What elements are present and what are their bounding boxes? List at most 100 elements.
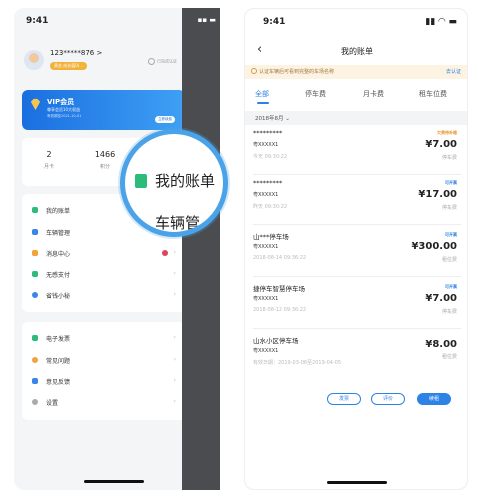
lot-name: 山水小区停车场	[253, 337, 299, 345]
review-button[interactable]: 评价	[371, 393, 405, 405]
vip-title: VIP会员	[47, 98, 75, 106]
record-type: 停车费	[441, 155, 457, 161]
bill-record[interactable]: ********* 粤XXXXX1 今天 09:30:22 欠费待补缴 ¥7.0…	[253, 129, 461, 175]
record-time: 2018-08-14 09:36:22	[253, 255, 307, 261]
home-indicator	[84, 480, 144, 483]
avatar[interactable]	[24, 50, 44, 70]
record-time: 今天 09:30:22	[253, 154, 288, 160]
plate-number: 粤XXXXX1	[253, 142, 279, 148]
stat-label: 积分	[99, 164, 110, 170]
lot-name: *********	[253, 179, 283, 187]
bill-icon	[135, 174, 147, 188]
menu-item-autopay[interactable]: 无感支付 ›	[32, 270, 180, 280]
month-label: 2018年8月 ⌄	[255, 116, 290, 122]
magnified-label: 车辆管	[155, 214, 201, 232]
tab-monthly-fee[interactable]: 月卡费	[363, 89, 384, 99]
tab-parking-fee[interactable]: 停车费	[305, 89, 326, 99]
record-amount: ¥8.00	[425, 339, 457, 350]
status-time: 9:41	[263, 17, 286, 27]
record-amount: ¥17.00	[418, 189, 457, 200]
bill-tabs: 全部 停车费 月卡费 租车位费	[245, 89, 467, 109]
chevron-right-icon: ›	[173, 398, 176, 405]
chevron-right-icon: ›	[173, 377, 176, 384]
home-indicator	[327, 481, 387, 484]
bill-icon	[32, 207, 38, 213]
chevron-right-icon: ›	[173, 249, 176, 256]
tab-space-rent[interactable]: 租车位费	[419, 89, 447, 99]
verify-link[interactable]: 去认证	[446, 68, 461, 75]
stat-points[interactable]: 1466 积分	[90, 150, 120, 170]
month-filter[interactable]: 2018年8月 ⌄	[245, 111, 467, 125]
stat-value: 1466	[94, 150, 116, 159]
bill-record[interactable]: 山水小区停车场 粤XXXXX1 有效日期：2019-03-06至2019-04-…	[253, 335, 461, 385]
bill-record[interactable]: 捷停车智慧停车场 粤XXXXX1 2018-08-12 09:36:22 可开票…	[253, 283, 461, 329]
bill-record[interactable]: 山***停车场 粤XXXXX1 2018-08-14 09:36:22 可开票 …	[253, 231, 461, 277]
vip-renew-button[interactable]: 立即续费	[155, 116, 175, 123]
chevron-right-icon: ›	[173, 270, 176, 277]
plate-number: 粤XXXXX1	[253, 192, 279, 198]
stat-value: 2	[46, 150, 52, 159]
record-time: 有效日期：2019-03-06至2019-04-05	[253, 360, 342, 366]
status-time: 9:41	[26, 16, 49, 26]
username[interactable]: 123*****876 >	[50, 49, 102, 57]
message-icon	[32, 250, 38, 256]
record-amount: ¥7.00	[425, 139, 457, 150]
plate-number: 粤XXXXX1	[253, 296, 279, 302]
menu-item-invoice[interactable]: 电子发票 ›	[32, 334, 180, 344]
member-badge: 黄金 成长值0/...	[50, 62, 87, 70]
record-type: 停车费	[441, 309, 457, 315]
chevron-right-icon: ›	[173, 356, 176, 363]
question-icon	[32, 357, 38, 363]
stat-monthly-card[interactable]: 2 月卡	[34, 150, 64, 170]
verify-status[interactable]: 已完成认证	[148, 58, 177, 65]
menu-label: 无感支付	[46, 272, 71, 279]
menu-item-messages[interactable]: 消息中心 ›	[32, 249, 180, 259]
stat-label: 月卡	[43, 164, 54, 170]
record-status: 可开票	[445, 232, 457, 237]
menu-label: 我的账单	[46, 208, 71, 215]
unread-badge	[162, 250, 168, 256]
menu-item-savings[interactable]: 省钱小秘 ›	[32, 291, 180, 301]
record-amount: ¥300.00	[411, 241, 457, 252]
menu-item-settings[interactable]: 设置 ›	[32, 398, 180, 408]
record-type: 租位费	[441, 257, 457, 263]
menu-label: 意见反馈	[46, 379, 71, 386]
info-icon	[251, 68, 257, 74]
tab-all[interactable]: 全部	[255, 89, 269, 99]
feedback-icon	[32, 378, 38, 384]
record-type: 租位费	[441, 354, 457, 360]
record-status: 欠费待补缴	[437, 130, 457, 135]
plate-number: 粤XXXXX1	[253, 348, 279, 354]
profile-header[interactable]: 123*****876 > 黄金 成长值0/... 已完成认证	[24, 48, 184, 74]
vip-card[interactable]: VIP会员 尊享会员10大权益 有效期至2021-10-01 立即续费	[22, 90, 185, 130]
car-icon	[32, 229, 38, 235]
menu-label: 车辆管理	[46, 230, 71, 237]
bill-record[interactable]: ********* 粤XXXXX1 昨天 09:30:22 可开票 ¥17.00…	[253, 179, 461, 225]
record-amount: ¥7.00	[425, 293, 457, 304]
record-status: 可开票	[445, 284, 457, 289]
autopay-icon	[32, 271, 38, 277]
lot-name: 捷停车智慧停车场	[253, 285, 305, 293]
renew-button[interactable]: 续租	[417, 393, 451, 405]
month-value: 2018年8月	[255, 116, 284, 122]
gear-icon	[32, 399, 38, 405]
menu-item-faq[interactable]: 常见问题 ›	[32, 356, 180, 366]
record-time: 昨天 09:30:22	[253, 204, 288, 210]
active-tab-indicator	[257, 102, 269, 104]
record-status: 可开票	[445, 180, 457, 185]
lot-name: *********	[253, 129, 283, 137]
diamond-icon	[30, 98, 41, 111]
vip-expiry: 有效期至2021-10-01	[47, 114, 82, 118]
page-title: 我的账单	[341, 47, 373, 56]
menu-item-feedback[interactable]: 意见反馈 ›	[32, 377, 180, 387]
bills-screen: 9:41 ▮▮ ◠ ▬ ‹ 我的账单 认证车辆后可看到完整的车场名称 去认证 全…	[244, 8, 468, 490]
chevron-right-icon: ›	[173, 334, 176, 341]
status-icons: ▪▪ ▬	[197, 16, 216, 24]
invoice-button[interactable]: 发票	[327, 393, 361, 405]
vip-subtitle: 尊享会员10大权益	[47, 107, 81, 112]
magnified-label: 我的账单	[155, 172, 216, 190]
overlay-edge: ▪▪ ▬	[182, 8, 220, 490]
menu-label: 省钱小秘	[46, 293, 71, 300]
menu-label: 消息中心	[46, 251, 71, 258]
invoice-icon	[32, 335, 38, 341]
